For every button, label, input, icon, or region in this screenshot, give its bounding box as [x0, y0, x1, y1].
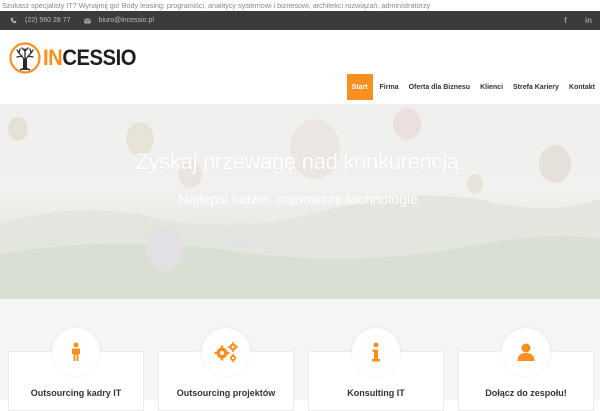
- nav-oferta-dla-biznesu[interactable]: Oferta dla Biznesu: [404, 74, 475, 100]
- tree-logo-icon: [9, 42, 41, 74]
- person-icon: [72, 342, 80, 361]
- header-tagline: Szukasz specjalisty IT? Wynajmij go! Bod…: [2, 1, 431, 10]
- service-icon-circle: [352, 328, 400, 376]
- linkedin-icon[interactable]: in: [577, 11, 600, 30]
- envelope-icon: [83, 17, 91, 23]
- phone-icon: [10, 17, 17, 24]
- hero-subtitle: Najlepsi ludzie, najnowsze technologie.: [178, 191, 422, 207]
- user-icon: [517, 343, 535, 361]
- logo-rest: CESSIO: [62, 45, 137, 70]
- nav-kontakt[interactable]: Kontakt: [564, 74, 600, 100]
- facebook-icon[interactable]: f: [554, 11, 577, 30]
- service-label: Outsourcing kadry IT: [30, 388, 122, 398]
- hero-slider: Zyskaj przewagę nad konkurencją. Najleps…: [0, 104, 600, 299]
- gears-icon: [214, 342, 238, 363]
- service-label: Outsourcing projektów: [176, 388, 276, 398]
- email-contact[interactable]: biuro@incessio.pl: [83, 17, 154, 24]
- site-header: INCESSIO Start Firma Oferta dla Biznesu …: [0, 30, 600, 104]
- nav-start[interactable]: Start: [346, 74, 373, 100]
- social-links: f in: [554, 11, 600, 30]
- service-label: Konsulting IT: [347, 388, 405, 398]
- service-icon-circle: [202, 328, 250, 376]
- nav-klienci[interactable]: Klienci: [475, 74, 508, 100]
- site-logo[interactable]: INCESSIO: [9, 42, 144, 74]
- hero-title: Zyskaj przewagę nad konkurencją.: [135, 149, 465, 174]
- logo-wordmark: INCESSIO: [43, 45, 137, 71]
- service-icon-circle: [502, 328, 550, 376]
- info-icon: [372, 342, 380, 362]
- phone-number: (22) 560 28 77: [25, 17, 71, 24]
- email-address: biuro@incessio.pl: [98, 17, 154, 24]
- nav-strefa-kariery[interactable]: Strefa Kariery: [508, 74, 564, 100]
- top-contact-bar: (22) 560 28 77 biuro@incessio.pl f in: [0, 11, 600, 30]
- service-icon-circle: [52, 328, 100, 376]
- service-label: Dołącz do zespołu!: [485, 388, 567, 398]
- phone-contact[interactable]: (22) 560 28 77: [10, 17, 71, 24]
- logo-prefix: IN: [43, 45, 63, 70]
- nav-firma[interactable]: Firma: [375, 74, 404, 100]
- main-navigation: Start Firma Oferta dla Biznesu Klienci S…: [346, 74, 600, 100]
